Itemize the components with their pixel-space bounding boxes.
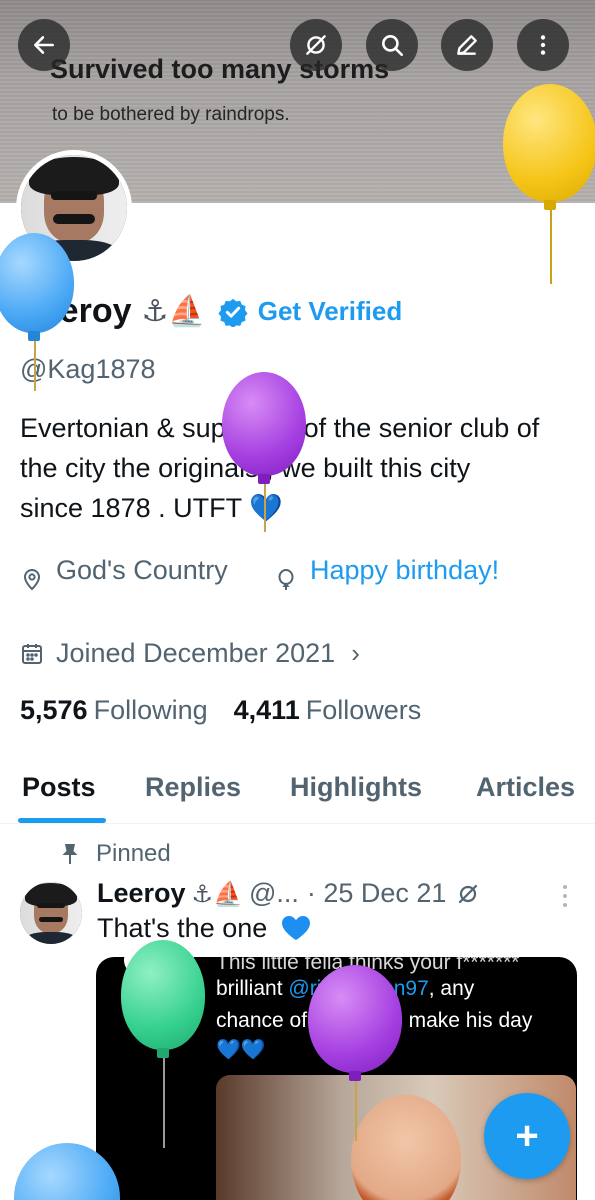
balloon-icon <box>278 569 294 590</box>
media-text-line3: chance of a wave to make his day <box>216 1009 533 1032</box>
media-text-line2-a: brilliant <box>216 977 289 1000</box>
post-author-name[interactable]: Leeroy <box>97 878 186 909</box>
followers-count: 4,411 <box>233 695 300 725</box>
profile-name: Leeroy <box>20 292 132 330</box>
name-emoji: ⚓⛵ <box>141 294 206 329</box>
post-author-handle[interactable]: @... <box>249 878 299 909</box>
edit-icon <box>457 35 477 55</box>
compose-button[interactable]: + <box>484 1093 570 1179</box>
media-mention: @richarlison97 <box>288 977 429 1000</box>
location-text: God's Country <box>56 554 228 585</box>
verified-badge-icon[interactable] <box>218 297 248 327</box>
location: God's Country <box>20 548 228 592</box>
joined-date[interactable]: Joined December 2021 › <box>20 638 360 669</box>
post-author-emoji: ⚓⛵ <box>191 879 243 908</box>
banner-text-line1: Survived too many storms <box>50 54 390 84</box>
calendar-icon <box>22 643 42 664</box>
follow-stats: 5,576 Following 4,411 Followers <box>20 695 421 726</box>
media-text-line1: This little fella thinks your f******* <box>216 957 520 974</box>
post-avatar[interactable] <box>20 882 82 944</box>
grok-button[interactable] <box>290 19 342 71</box>
followers-label: Followers <box>305 695 422 725</box>
profile-avatar[interactable] <box>16 150 132 266</box>
post-more-icon[interactable] <box>562 884 568 908</box>
pinned-label: Pinned <box>96 840 171 867</box>
pinned-indicator: Pinned <box>60 840 171 868</box>
pin-icon <box>62 844 78 864</box>
blue-heart-icon <box>281 916 310 940</box>
arrow-left-icon <box>34 36 54 54</box>
birthday: Happy birthday! <box>274 548 499 592</box>
edit-button[interactable] <box>441 19 493 71</box>
grok-icon <box>306 35 326 55</box>
get-verified-link[interactable]: Get Verified <box>258 296 403 327</box>
profile-handle: @Kag1878 <box>20 354 156 384</box>
more-vertical-icon <box>540 35 546 55</box>
grok-icon[interactable] <box>456 882 480 906</box>
post-header: Leeroy ⚓⛵ @... · 25 Dec 21 <box>97 878 480 909</box>
profile-bio: Evertonian & supporter of the senior clu… <box>20 413 540 523</box>
following-link[interactable]: 5,576 Following <box>20 695 208 726</box>
following-label: Following <box>93 695 208 725</box>
media-text-line2-b: , any <box>428 977 475 1000</box>
avatar-photo <box>21 155 127 261</box>
banner-text-line2: to be bothered by raindrops. <box>52 104 290 125</box>
tab-articles[interactable]: Articles <box>476 772 575 803</box>
chevron-right-icon: › <box>351 638 360 668</box>
following-count: 5,576 <box>20 695 88 725</box>
location-pin-icon <box>23 569 41 591</box>
birthday-text[interactable]: Happy birthday! <box>310 555 499 586</box>
media-text-line4: 💙💙 <box>216 1039 266 1061</box>
tab-replies[interactable]: Replies <box>145 772 241 803</box>
search-button[interactable] <box>366 19 418 71</box>
media-text-line2: brilliant @richarlison97, any <box>216 977 474 1001</box>
profile-name-row: Leeroy ⚓⛵ Get Verified <box>20 292 402 331</box>
more-button[interactable] <box>517 19 569 71</box>
post-date[interactable]: · 25 Dec 21 <box>307 878 447 909</box>
search-icon <box>382 35 404 57</box>
joined-text: Joined December 2021 <box>56 638 336 668</box>
post-avatar-photo <box>20 882 82 944</box>
followers-link[interactable]: 4,411 Followers <box>234 695 422 726</box>
plus-icon: + <box>515 1114 539 1158</box>
active-tab-indicator <box>18 818 106 823</box>
profile-tabs: Posts Replies Highlights Articles <box>0 768 595 824</box>
post-text: That's the one <box>97 913 311 944</box>
tab-posts[interactable]: Posts <box>22 772 96 803</box>
tab-highlights[interactable]: Highlights <box>290 772 422 803</box>
media-logo <box>124 957 194 983</box>
post-text-content: That's the one <box>97 913 268 943</box>
back-button[interactable] <box>18 19 70 71</box>
